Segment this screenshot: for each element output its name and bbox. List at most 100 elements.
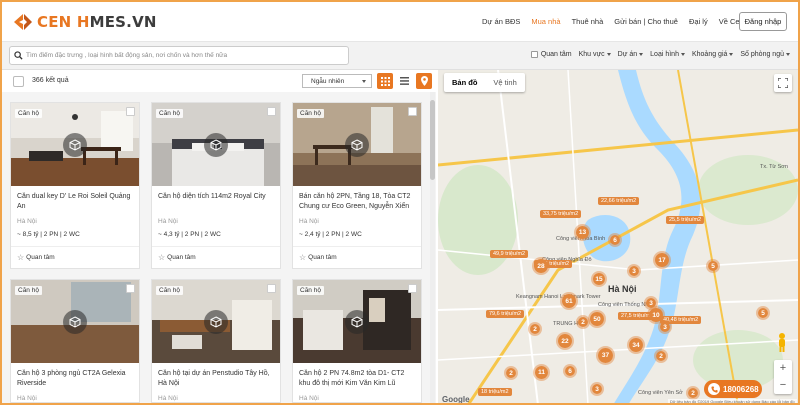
save-button[interactable]: ☆ Quan tâm (293, 247, 421, 268)
price-marker[interactable]: 79,6 triệu/m2 (486, 310, 525, 318)
cluster-marker[interactable]: 3 (627, 264, 641, 278)
listing-location: Hà Nội (299, 218, 319, 225)
nav-item-thue-nha[interactable]: Thuê nhà (572, 17, 604, 26)
select-all-checkbox[interactable] (13, 76, 24, 87)
vr-tour-icon[interactable] (345, 309, 369, 334)
map-view-button[interactable] (416, 73, 432, 89)
listing-photo[interactable]: Căn hộ (152, 103, 280, 186)
listing-card[interactable]: Căn hộ Căn hộ diện tích 114m2 Royal City… (151, 102, 281, 269)
nav-item-dai-ly[interactable]: Đại lý (689, 17, 708, 26)
listing-photo[interactable]: Căn hộ (152, 280, 280, 363)
filter-loai-hinh-label: Loại hình (650, 51, 679, 58)
sort-select[interactable]: Ngẫu nhiên (302, 74, 372, 88)
filter-so-phong-ngu[interactable]: Số phòng ngủ (740, 51, 790, 58)
cluster-marker[interactable]: 15 (591, 271, 607, 287)
filter-loai-hinh[interactable]: Loại hình (650, 51, 685, 58)
vr-tour-icon[interactable] (63, 132, 87, 157)
fullscreen-button[interactable] (774, 74, 792, 92)
vr-tour-icon[interactable] (345, 132, 369, 157)
property-type-badge: Căn hộ (297, 286, 324, 295)
card-compare-checkbox[interactable] (267, 284, 276, 293)
cluster-marker[interactable]: 2 (654, 349, 668, 363)
vr-tour-icon[interactable] (63, 309, 87, 334)
vr-tour-icon[interactable] (204, 132, 228, 157)
street-view-pegman-icon[interactable] (776, 332, 788, 352)
save-button[interactable]: ☆ Quan tâm (11, 247, 139, 268)
filter-quan-tam[interactable]: Quan tâm (530, 51, 572, 58)
grid-view-button[interactable] (377, 73, 393, 89)
cluster-marker[interactable]: 2 (504, 366, 518, 380)
card-compare-checkbox[interactable] (126, 284, 135, 293)
zoom-out-button[interactable]: − (774, 377, 792, 394)
hotline-button[interactable]: 18006268 (704, 380, 762, 398)
nav-item-du-an[interactable]: Dự án BĐS (482, 17, 520, 26)
cluster-marker[interactable]: 22 (556, 332, 574, 350)
zoom-in-button[interactable]: + (774, 360, 792, 377)
logo[interactable]: CEN HMES.VN (12, 12, 157, 32)
listing-card[interactable]: Căn hộ Căn hộ 3 phòng ngủ CT2A Gelexia R… (10, 279, 140, 403)
search-input[interactable] (26, 52, 336, 59)
cluster-marker[interactable]: 50 (588, 310, 606, 328)
card-compare-checkbox[interactable] (408, 107, 417, 116)
price-marker[interactable]: 18 triệu/m2 (478, 388, 512, 396)
price-marker[interactable]: 49,9 triệu/m2 (490, 250, 529, 258)
cluster-marker[interactable]: 13 (574, 224, 591, 241)
listing-meta: ~ 8,5 tỷ | 2 PN | 2 WC (17, 231, 80, 238)
filter-du-an[interactable]: Dự án (618, 51, 644, 58)
map-panel[interactable]: Hà Nội TRUNG HÒA Công viên Hòa Bình Công… (438, 70, 798, 403)
listing-scrollbar[interactable] (430, 92, 435, 403)
listing-photo[interactable]: Căn hộ (11, 280, 139, 363)
listing-card[interactable]: Căn hộ Căn hộ 2 PN 74.8m2 tòa D1- CT2 kh… (292, 279, 422, 403)
filter-khu-vuc[interactable]: Khu vực (579, 51, 611, 58)
tab-ve-tinh[interactable]: Vệ tinh (485, 73, 524, 92)
cluster-marker[interactable]: 3 (658, 320, 672, 334)
nav-item-mua-nha[interactable]: Mua nhà (531, 17, 560, 26)
star-icon: ☆ (158, 253, 166, 262)
cluster-marker[interactable]: 3 (590, 382, 604, 396)
map-attribution[interactable]: Dữ liệu bản đồ ©2019 Google Điều khoản s… (668, 399, 797, 403)
cluster-marker[interactable]: 37 (596, 346, 615, 365)
price-marker[interactable]: 22,66 triệu/m2 (598, 197, 640, 205)
cluster-marker[interactable]: 6 (563, 364, 577, 378)
card-compare-checkbox[interactable] (267, 107, 276, 116)
list-view-button[interactable] (396, 73, 412, 89)
listing-location: Hà Nội (299, 395, 319, 402)
listing-title[interactable]: Căn hộ 2 PN 74.8m2 tòa D1- CT2 khu đô th… (293, 363, 421, 393)
quan-tam-checkbox[interactable] (530, 51, 538, 58)
listing-title[interactable]: Căn dual key D' Le Roi Soleil Quảng An (11, 186, 139, 216)
cluster-marker[interactable]: 5 (706, 259, 720, 273)
price-marker[interactable]: 25,5 triệu/m2 (666, 216, 705, 224)
card-compare-checkbox[interactable] (126, 107, 135, 116)
card-compare-checkbox[interactable] (408, 284, 417, 293)
cluster-marker[interactable]: 2 (528, 322, 542, 336)
vr-tour-icon[interactable] (204, 309, 228, 334)
price-marker[interactable]: 33,75 triệu/m2 (540, 210, 582, 218)
tab-ban-do[interactable]: Bản đồ (444, 73, 485, 92)
login-button[interactable]: Đăng nhập (739, 12, 787, 31)
nav-item-gui-ban[interactable]: Gửi bán | Cho thuê (614, 17, 678, 26)
listing-photo[interactable]: Căn hộ (11, 103, 139, 186)
scrollbar-thumb[interactable] (430, 100, 435, 180)
cluster-marker[interactable]: 6 (608, 233, 622, 247)
cluster-marker[interactable]: 34 (627, 336, 645, 354)
cluster-marker[interactable]: 5 (756, 306, 770, 320)
cluster-marker[interactable]: 61 (560, 292, 578, 310)
cluster-marker[interactable]: 11 (533, 364, 550, 381)
listing-photo[interactable]: Căn hộ (293, 280, 421, 363)
listing-title[interactable]: Bán căn hộ 2PN, Tầng 18, Tòa CT2 Chung c… (293, 186, 421, 216)
filter-dropdowns: Quan tâm Khu vực Dự án Loại hình Khoảng … (524, 51, 790, 58)
save-button[interactable]: ☆ Quan tâm (152, 247, 280, 268)
listing-photo[interactable]: Căn hộ (293, 103, 421, 186)
cluster-marker[interactable]: 2 (686, 386, 700, 400)
logo-text-rest: MES.VN (89, 13, 157, 31)
listing-title[interactable]: Căn hộ 3 phòng ngủ CT2A Gelexia Riversid… (11, 363, 139, 393)
listing-card[interactable]: Căn hộ Bán căn hộ 2PN, Tầng 18, Tòa CT2 … (292, 102, 422, 269)
filter-bar: Quan tâm Khu vực Dự án Loại hình Khoảng … (2, 42, 798, 70)
cluster-marker[interactable]: 17 (653, 251, 671, 269)
listing-title[interactable]: Căn hộ tại dự án Penstudio Tây Hồ, Hà Nộ… (152, 363, 280, 393)
listing-card[interactable]: Căn hộ Căn dual key D' Le Roi Soleil Quả… (10, 102, 140, 269)
cluster-marker[interactable]: 28 (532, 257, 550, 275)
filter-khoang-gia[interactable]: Khoảng giá (692, 51, 734, 58)
listing-title[interactable]: Căn hộ diện tích 114m2 Royal City (152, 186, 280, 216)
listing-card[interactable]: Căn hộ Căn hộ tại dự án Penstudio Tây Hồ… (151, 279, 281, 403)
